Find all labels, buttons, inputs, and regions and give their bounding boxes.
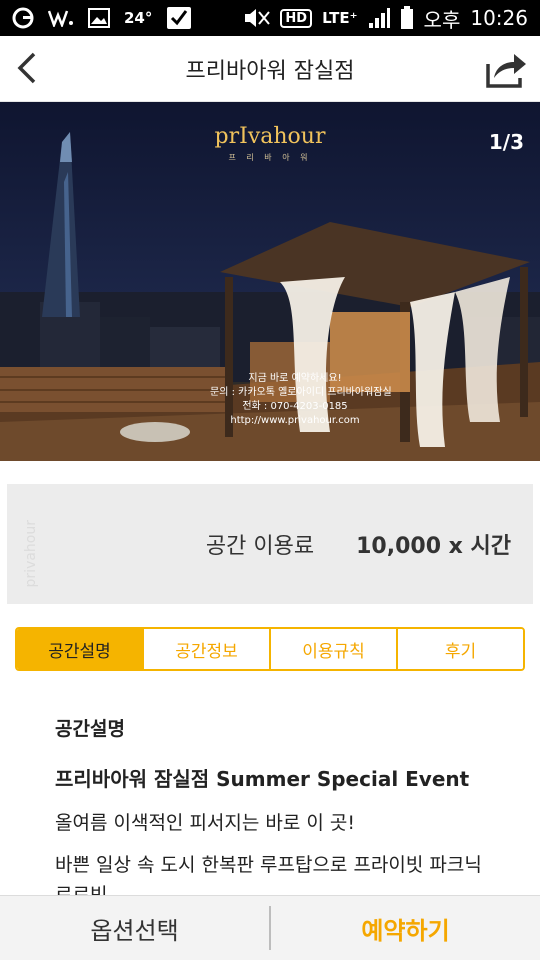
status-bar: 24° HD LTE⁺ 오후 10:26 xyxy=(0,0,540,36)
time-ampm: 오후 xyxy=(423,7,461,32)
hero-image[interactable]: prIvahour 프 리 바 아 워 1/3 지금 바로 예약하세요! 문의 … xyxy=(0,102,540,461)
price-watermark: privahour xyxy=(23,520,39,588)
bottom-action-bar: 옵션선택 예약하기 xyxy=(0,895,540,960)
tab-space-description[interactable]: 공간설명 xyxy=(17,629,144,669)
price-box: privahour 공간 이용료 10,000 x 시간 xyxy=(7,484,533,604)
battery-icon xyxy=(400,6,414,30)
chevron-left-icon xyxy=(17,52,36,84)
caption-line: 전화 : 070-4203-0185 xyxy=(242,401,348,412)
price-label: 공간 이용료 xyxy=(205,534,315,559)
tab-usage-rules[interactable]: 이용규칙 xyxy=(271,629,398,669)
price-value: 10,000 x 시간 xyxy=(356,534,511,559)
signal-icon xyxy=(368,7,390,29)
tab-reviews[interactable]: 후기 xyxy=(398,629,523,669)
brand-subtitle: 프 리 바 아 워 xyxy=(228,153,312,162)
share-button[interactable] xyxy=(484,50,528,90)
back-button[interactable] xyxy=(10,50,46,86)
tab-space-info[interactable]: 공간정보 xyxy=(144,629,271,669)
option-select-button[interactable]: 옵션선택 xyxy=(0,896,269,960)
share-icon xyxy=(486,54,526,88)
network-type: LTE⁺ xyxy=(322,9,358,27)
page-title: 프리바아워 잠실점 xyxy=(185,58,355,84)
app-header: 프리바아워 잠실점 xyxy=(0,36,540,102)
w-app-icon xyxy=(48,9,74,27)
check-app-icon xyxy=(166,6,192,30)
section-heading: 공간설명 xyxy=(55,718,125,740)
caption-line: 지금 바로 예약하세요! xyxy=(248,373,342,384)
description-paragraph: 바쁜 일상 속 도시 한복판 루프탑으로 프라이빗 파크닉 르르빈 xyxy=(55,854,482,895)
caption-line: 문의 : 카카오톡 옐로아이디 프리바아워잠실 xyxy=(210,387,392,398)
reserve-button[interactable]: 예약하기 xyxy=(271,896,540,960)
event-title: 프리바아워 잠실점 Summer Special Event xyxy=(55,767,470,791)
detail-tabs: 공간설명 공간정보 이용규칙 후기 xyxy=(15,627,525,671)
temperature: 24° xyxy=(124,9,153,27)
g-app-icon xyxy=(12,7,34,29)
brand-logo: prIvahour xyxy=(214,124,326,149)
hero-caption: 지금 바로 예약하세요! 문의 : 카카오톡 옐로아이디 프리바아워잠실 전화 … xyxy=(210,372,392,428)
description-paragraph: 올여름 이색적인 피서지는 바로 이 곳! xyxy=(55,812,356,834)
time: 10:26 xyxy=(470,6,528,30)
gallery-icon xyxy=(88,8,110,28)
mute-icon xyxy=(242,7,271,29)
hd-icon: HD xyxy=(280,8,313,28)
hd-label: HD xyxy=(280,8,313,28)
image-counter: 1/3 xyxy=(488,130,524,154)
caption-line: http://www.privahour.com xyxy=(230,415,360,426)
description-content: 공간설명 프리바아워 잠실점 Summer Special Event 올여름 … xyxy=(55,700,505,895)
